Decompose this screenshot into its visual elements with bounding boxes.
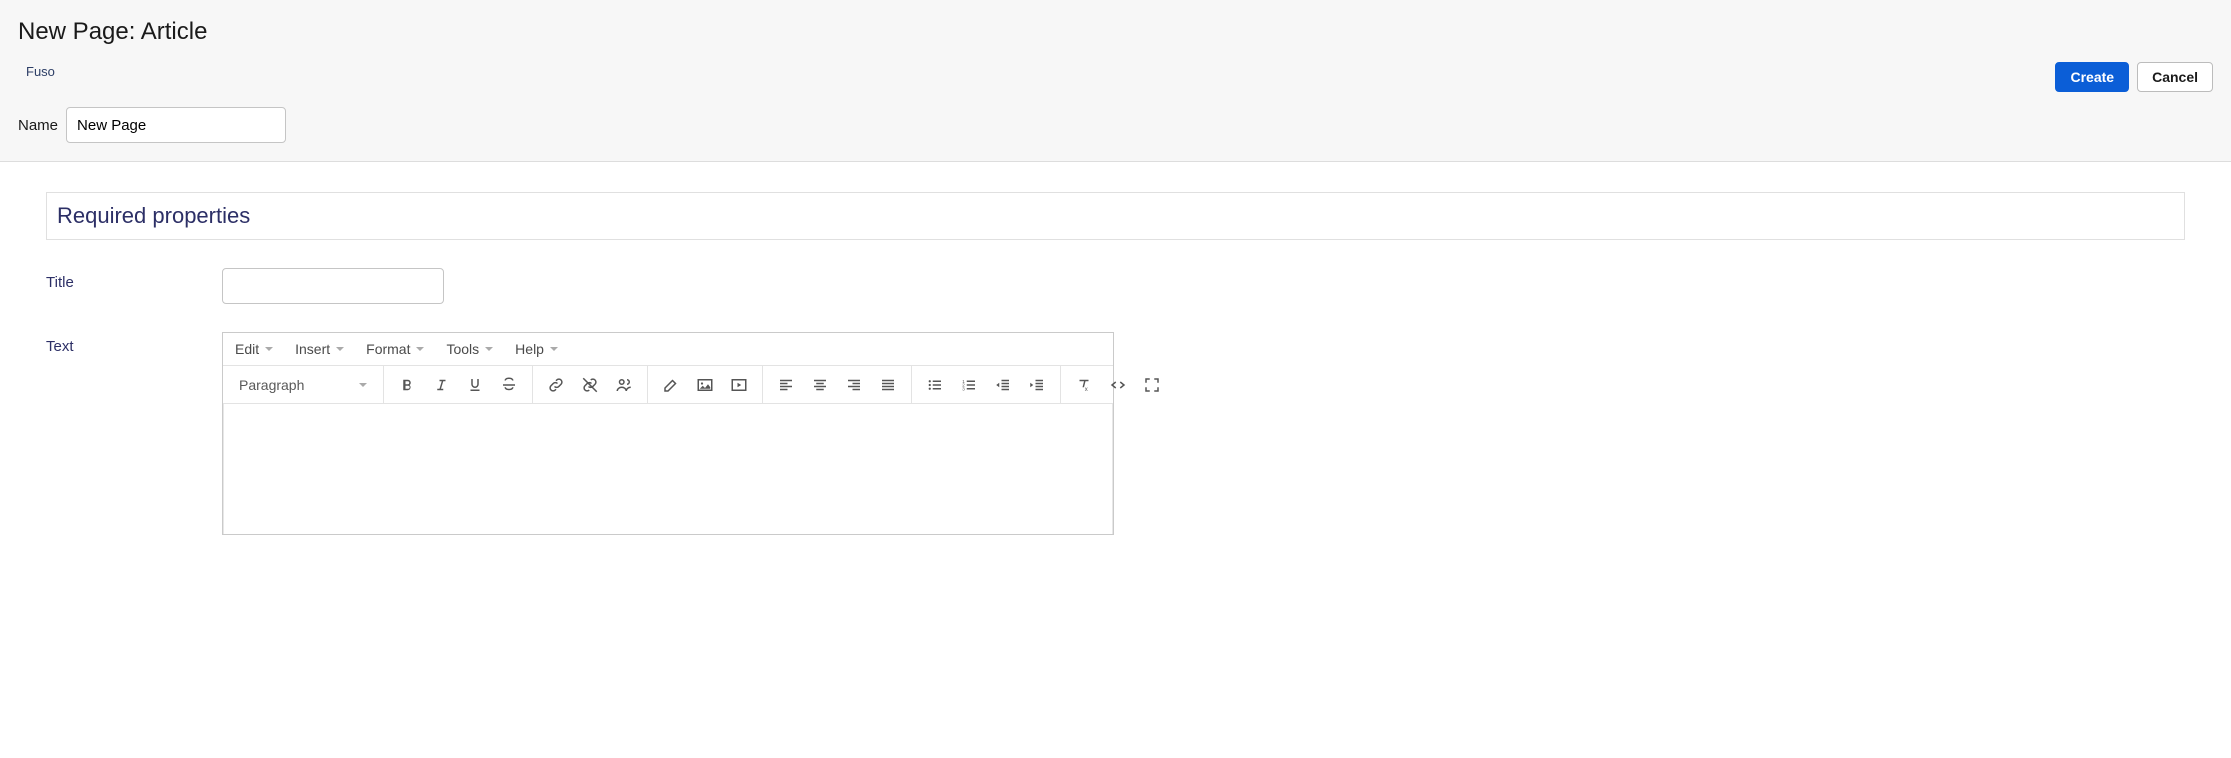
list-group: 123	[912, 366, 1061, 403]
code-icon	[1109, 376, 1127, 394]
outdent-icon	[994, 376, 1012, 394]
svg-text:3: 3	[963, 386, 966, 391]
edit-button[interactable]	[654, 368, 688, 402]
outdent-button[interactable]	[986, 368, 1020, 402]
align-justify-icon	[879, 376, 897, 394]
unlink-button[interactable]	[573, 368, 607, 402]
editor-body[interactable]	[223, 404, 1113, 534]
menu-help-label: Help	[515, 341, 544, 357]
menu-help[interactable]: Help	[515, 341, 558, 357]
video-icon	[730, 376, 748, 394]
bold-button[interactable]	[390, 368, 424, 402]
menu-tools[interactable]: Tools	[446, 341, 493, 357]
menu-format[interactable]: Format	[366, 341, 424, 357]
format-select[interactable]: Paragraph	[229, 377, 377, 393]
numbered-list-icon: 123	[960, 376, 978, 394]
format-select-group: Paragraph	[223, 366, 384, 403]
fullscreen-button[interactable]	[1135, 368, 1169, 402]
page-header: New Page: Article Fuso Create Cancel Nam…	[0, 0, 2231, 162]
fullscreen-icon	[1143, 376, 1161, 394]
create-button[interactable]: Create	[2055, 62, 2129, 92]
bullet-list-button[interactable]	[918, 368, 952, 402]
title-field-row: Title	[46, 268, 2185, 304]
editor-toolbar: Paragraph	[223, 366, 1113, 404]
menu-insert-label: Insert	[295, 341, 330, 357]
menu-insert[interactable]: Insert	[295, 341, 344, 357]
underline-button[interactable]	[458, 368, 492, 402]
link-icon	[547, 376, 565, 394]
align-left-icon	[777, 376, 795, 394]
bold-icon	[398, 376, 416, 394]
chevron-down-icon	[485, 347, 493, 351]
image-button[interactable]	[688, 368, 722, 402]
indent-icon	[1028, 376, 1046, 394]
required-properties-heading: Required properties	[46, 192, 2185, 240]
video-button[interactable]	[722, 368, 756, 402]
chevron-down-icon	[265, 347, 273, 351]
chevron-down-icon	[550, 347, 558, 351]
italic-icon	[432, 376, 450, 394]
text-style-group	[384, 366, 533, 403]
tools-group: x	[1061, 366, 1175, 403]
content-area: Required properties Title Text Edit Inse…	[0, 162, 2231, 593]
link-button[interactable]	[539, 368, 573, 402]
code-button[interactable]	[1101, 368, 1135, 402]
edit-icon	[662, 376, 680, 394]
image-icon	[696, 376, 714, 394]
menu-edit-label: Edit	[235, 341, 259, 357]
title-input[interactable]	[222, 268, 444, 304]
chevron-down-icon	[336, 347, 344, 351]
strikethrough-icon	[500, 376, 518, 394]
chevron-down-icon	[359, 383, 367, 387]
menu-format-label: Format	[366, 341, 410, 357]
bullet-list-icon	[926, 376, 944, 394]
chevron-down-icon	[416, 347, 424, 351]
italic-button[interactable]	[424, 368, 458, 402]
align-right-icon	[845, 376, 863, 394]
clear-format-button[interactable]: x	[1067, 368, 1101, 402]
unlink-icon	[581, 376, 599, 394]
menu-edit[interactable]: Edit	[235, 341, 273, 357]
title-label: Title	[46, 268, 222, 291]
name-row: Name	[18, 107, 2213, 143]
svg-text:x: x	[1085, 387, 1088, 393]
header-actions: Create Cancel	[2055, 62, 2213, 92]
align-justify-button[interactable]	[871, 368, 905, 402]
text-field-row: Text Edit Insert Format Tools Help Parag…	[46, 332, 2185, 535]
strikethrough-button[interactable]	[492, 368, 526, 402]
align-right-button[interactable]	[837, 368, 871, 402]
editor-menubar: Edit Insert Format Tools Help	[223, 333, 1113, 366]
text-label: Text	[46, 332, 222, 355]
numbered-list-button[interactable]: 123	[952, 368, 986, 402]
clear-format-icon: x	[1075, 376, 1093, 394]
insert-group	[648, 366, 763, 403]
cancel-button[interactable]: Cancel	[2137, 62, 2213, 92]
align-center-icon	[811, 376, 829, 394]
indent-button[interactable]	[1020, 368, 1054, 402]
rich-text-editor: Edit Insert Format Tools Help Paragraph	[222, 332, 1114, 535]
name-input[interactable]	[66, 107, 286, 143]
align-left-button[interactable]	[769, 368, 803, 402]
align-group	[763, 366, 912, 403]
align-center-button[interactable]	[803, 368, 837, 402]
link-group	[533, 366, 648, 403]
format-select-label: Paragraph	[239, 377, 304, 393]
underline-icon	[466, 376, 484, 394]
page-title: New Page: Article	[18, 18, 2213, 46]
breadcrumb[interactable]: Fuso	[26, 64, 2213, 79]
name-label: Name	[18, 117, 58, 134]
user-button[interactable]	[607, 368, 641, 402]
users-icon	[615, 376, 633, 394]
menu-tools-label: Tools	[446, 341, 479, 357]
